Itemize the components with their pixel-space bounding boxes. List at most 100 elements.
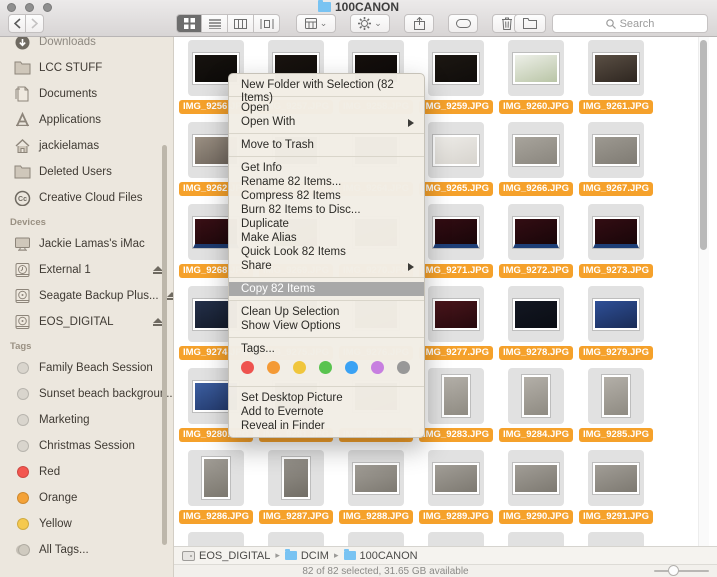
file-item[interactable]: IMG_9259.JPG [418, 40, 494, 114]
menu-item-quick-look-82-items[interactable]: Quick Look 82 Items [229, 245, 424, 259]
sidebar-tag-yellow[interactable]: Yellow [0, 511, 173, 537]
thumbnail-selection-box [508, 286, 564, 342]
file-name-label: IMG_9279.JPG [579, 346, 653, 360]
tag-color-swatch[interactable] [345, 361, 358, 374]
sidebar-tag-marketing[interactable]: Marketing [0, 407, 173, 433]
sidebar-device-external-1[interactable]: External 1 [0, 257, 173, 283]
tag-color-swatch[interactable] [293, 361, 306, 374]
forward-button[interactable] [26, 14, 44, 33]
menu-item-open[interactable]: Open [229, 101, 424, 115]
menu-item-burn-82-items-to-disc-[interactable]: Burn 82 Items to Disc... [229, 203, 424, 217]
menu-item-share[interactable]: Share [229, 259, 424, 273]
menu-item-reveal-in-finder[interactable]: Reveal in Finder [229, 419, 424, 433]
file-item[interactable]: IMG_9283.JPG [418, 368, 494, 442]
status-text: 82 of 82 selected, 31.65 GB available [174, 566, 597, 577]
sidebar-item-jackielamas[interactable]: jackielamas [0, 133, 173, 159]
sidebar-scrollbar[interactable] [162, 145, 167, 545]
menu-item-open-with[interactable]: Open With [229, 115, 424, 129]
file-item[interactable]: IMG_9278.JPG [498, 286, 574, 360]
file-item[interactable]: IMG_9261.JPG [578, 40, 654, 114]
menu-item-clean-up-selection[interactable]: Clean Up Selection [229, 305, 424, 319]
search-input[interactable]: Search [552, 14, 708, 33]
photo-thumbnail [513, 299, 559, 330]
sidebar-device-seagate-backup-plus-[interactable]: Seagate Backup Plus... [0, 283, 173, 309]
coverflow-view-button[interactable] [254, 14, 280, 33]
action-button[interactable]: ⌄ [350, 14, 390, 33]
menu-item-show-view-options[interactable]: Show View Options [229, 319, 424, 333]
sidebar-tag-sunset-beach-backgroun-[interactable]: Sunset beach backgroun... [0, 381, 173, 407]
file-name-label: IMG_9278.JPG [499, 346, 573, 360]
sidebar-item-documents[interactable]: Documents [0, 81, 173, 107]
sidebar-item-downloads[interactable]: Downloads [0, 37, 173, 55]
tag-color-swatch[interactable] [267, 361, 280, 374]
menu-item-copy-82-items[interactable]: Copy 82 Items [229, 282, 424, 296]
file-item[interactable]: IMG_9288.JPG [338, 450, 414, 524]
file-item[interactable]: IMG_9285.JPG [578, 368, 654, 442]
file-name-label: IMG_9277.JPG [419, 346, 493, 360]
sidebar-tag-family-beach-session[interactable]: Family Beach Session [0, 355, 173, 381]
file-item[interactable]: IMG_9271.JPG [418, 204, 494, 278]
sidebar-tag-all-tags-[interactable]: All Tags... [0, 537, 173, 563]
menu-item-make-alias[interactable]: Make Alias [229, 231, 424, 245]
file-item[interactable]: IMG_9287.JPG [258, 450, 334, 524]
tag-color-swatch[interactable] [319, 361, 332, 374]
file-item[interactable]: IMG_9290.JPG [498, 450, 574, 524]
list-view-button[interactable] [202, 14, 228, 33]
zoom-slider[interactable] [654, 570, 709, 572]
menu-item-new-folder-with-selection-82-items-[interactable]: New Folder with Selection (82 Items) [229, 78, 424, 92]
breadcrumb-dcim[interactable]: DCIM [285, 550, 329, 562]
share-button[interactable] [404, 14, 434, 33]
file-item[interactable]: IMG_9286.JPG [178, 450, 254, 524]
eject-icon[interactable] [167, 292, 174, 301]
home-icon [14, 138, 31, 155]
menu-item-add-to-evernote[interactable]: Add to Evernote [229, 405, 424, 419]
zoom-slider-knob[interactable] [668, 565, 679, 576]
breadcrumb-eos-digital[interactable]: EOS_DIGITAL [182, 550, 270, 562]
file-item[interactable]: IMG_9265.JPG [418, 122, 494, 196]
file-item[interactable]: IMG_9266.JPG [498, 122, 574, 196]
file-item[interactable]: IMG_9260.JPG [498, 40, 574, 114]
breadcrumb-100canon[interactable]: 100CANON [344, 550, 418, 562]
menu-item-set-desktop-picture[interactable]: Set Desktop Picture [229, 391, 424, 405]
sidebar-item-deleted-users[interactable]: Deleted Users [0, 159, 173, 185]
sidebar-item-lcc-stuff[interactable]: LCC STUFF [0, 55, 173, 81]
icon-view-button[interactable] [176, 14, 202, 33]
sidebar-item-creative-cloud-files[interactable]: CcCreative Cloud Files [0, 185, 173, 211]
breadcrumb-label: EOS_DIGITAL [199, 550, 270, 562]
file-item[interactable]: IMG_9289.JPG [418, 450, 494, 524]
sidebar-tag-red[interactable]: Red [0, 459, 173, 485]
file-item[interactable]: IMG_9284.JPG [498, 368, 574, 442]
file-item[interactable]: IMG_9272.JPG [498, 204, 574, 278]
file-name-label: IMG_9285.JPG [579, 428, 653, 442]
menu-item-compress-82-items[interactable]: Compress 82 Items [229, 189, 424, 203]
file-item[interactable]: IMG_9267.JPG [578, 122, 654, 196]
sidebar-item-applications[interactable]: Applications [0, 107, 173, 133]
sidebar-tag-christmas-session[interactable]: Christmas Session [0, 433, 173, 459]
back-button[interactable] [8, 14, 26, 33]
search-placeholder: Search [620, 18, 655, 30]
menu-item-get-info[interactable]: Get Info [229, 161, 424, 175]
sidebar-device-jackie-lamas-s-imac[interactable]: Jackie Lamas's iMac [0, 231, 173, 257]
photo-thumbnail [513, 463, 559, 494]
file-item[interactable]: IMG_9273.JPG [578, 204, 654, 278]
new-folder-button[interactable] [514, 14, 546, 33]
sidebar-device-eos-digital[interactable]: EOS_DIGITAL [0, 309, 173, 335]
file-name-label: IMG_9261.JPG [579, 100, 653, 114]
menu-item-rename-82-items-[interactable]: Rename 82 Items... [229, 175, 424, 189]
tag-button[interactable] [448, 14, 478, 33]
tag-color-swatch[interactable] [241, 361, 254, 374]
column-view-button[interactable] [228, 14, 254, 33]
tag-color-swatch[interactable] [371, 361, 384, 374]
tag-color-swatch[interactable] [397, 361, 410, 374]
chevron-down-icon: ⌄ [320, 18, 328, 29]
arrange-button[interactable]: ⌄ [296, 14, 336, 33]
menu-item-tags-[interactable]: Tags... [229, 342, 424, 356]
file-name-label: IMG_9266.JPG [499, 182, 573, 196]
file-item[interactable]: IMG_9277.JPG [418, 286, 494, 360]
file-item[interactable]: IMG_9291.JPG [578, 450, 654, 524]
menu-item-duplicate[interactable]: Duplicate [229, 217, 424, 231]
sidebar-tag-orange[interactable]: Orange [0, 485, 173, 511]
file-item[interactable]: IMG_9279.JPG [578, 286, 654, 360]
menu-item-move-to-trash[interactable]: Move to Trash [229, 138, 424, 152]
vertical-scrollbar[interactable] [700, 40, 707, 250]
